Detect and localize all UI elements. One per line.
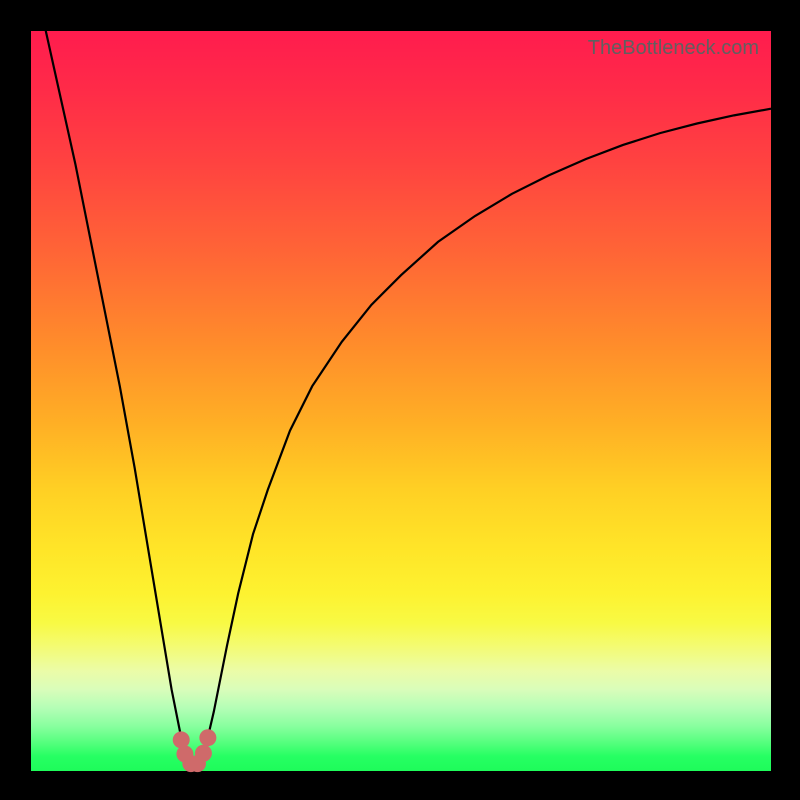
outer-frame: TheBottleneck.com [0, 0, 800, 800]
curve-layer [31, 31, 771, 771]
marker-dot [199, 729, 216, 746]
bottleneck-curve [31, 0, 771, 765]
plot-area: TheBottleneck.com [31, 31, 771, 771]
marker-dot [195, 745, 212, 762]
curve-markers [173, 729, 217, 772]
